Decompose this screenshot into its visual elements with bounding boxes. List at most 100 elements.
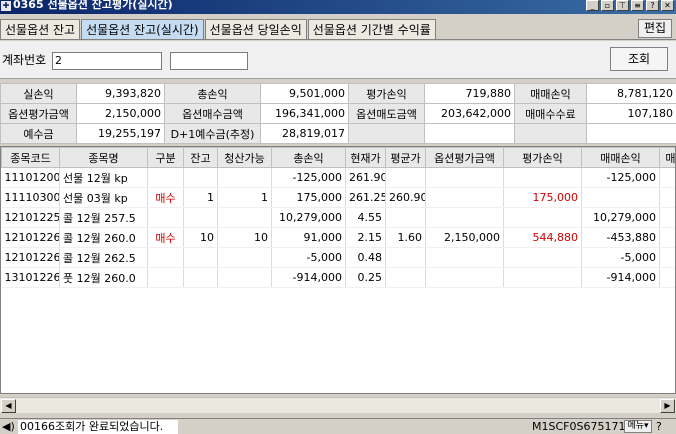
table-cell: 1	[217, 187, 272, 208]
table-row[interactable]: 131012260풋 12월 260.0-914,0000.25-914,000…	[1, 267, 675, 288]
column-header[interactable]: 종목명	[59, 147, 148, 168]
search-button[interactable]: 조회	[610, 47, 668, 71]
summary-label: 예수금	[0, 123, 77, 144]
summary-label: 옵션평가금액	[0, 103, 77, 124]
table-row[interactable]: 111012000선물 12월 kp-125,000261.90-125,000	[1, 167, 675, 188]
table-cell: 10	[217, 227, 272, 248]
summary-label	[348, 123, 425, 144]
table-cell	[385, 267, 426, 288]
table-cell	[217, 167, 272, 188]
table-cell: 0.48	[345, 247, 386, 268]
table-cell: 1	[183, 187, 218, 208]
table-cell	[659, 167, 675, 188]
table-cell: 콜 12월 257.5	[59, 207, 148, 228]
table-cell: -125,000	[581, 167, 660, 188]
restore-icon[interactable]: ▫	[601, 0, 614, 11]
settings-icon[interactable]: ≡	[631, 0, 644, 11]
column-header[interactable]: 현재가	[345, 147, 386, 168]
summary-value: 196,341,000	[260, 103, 349, 124]
summary-value: 28,819,017	[260, 123, 349, 144]
table-row[interactable]: 121012260콜 12월 260.0매수101091,0002.151.60…	[1, 227, 675, 248]
tab-balance[interactable]: 선물옵션 잔고	[0, 19, 81, 40]
tab-balance-realtime[interactable]: 선물옵션 잔고(실시간)	[81, 19, 204, 40]
table-cell	[503, 267, 582, 288]
column-header[interactable]: 옵션평가금액	[425, 147, 504, 168]
summary-label: 매매수수료	[514, 103, 587, 124]
help-icon[interactable]: ?	[656, 420, 662, 433]
table-cell	[425, 167, 504, 188]
summary-label: D+1예수금(추정)	[164, 123, 261, 144]
table-cell: 2.15	[345, 227, 386, 248]
table-cell	[659, 187, 675, 208]
table-cell: -453,880	[581, 227, 660, 248]
column-header[interactable]: 평가손익	[503, 147, 582, 168]
column-header[interactable]: 잔고	[183, 147, 218, 168]
table-cell: -5,000	[271, 247, 346, 268]
table-row[interactable]: 111103000선물 03월 kp매수11175,000261.25260.9…	[1, 187, 675, 208]
scroll-right-icon[interactable]: ▶	[660, 399, 675, 413]
table-cell: 544,880	[503, 227, 582, 248]
table-cell: 175,000	[503, 187, 582, 208]
table-cell	[425, 247, 504, 268]
table-cell	[503, 247, 582, 268]
column-header[interactable]: 평균가	[385, 147, 426, 168]
table-cell: 91,000	[271, 227, 346, 248]
table-cell: 선물 03월 kp	[59, 187, 148, 208]
table-cell: 선물 12월 kp	[59, 167, 148, 188]
summary-value: 203,642,000	[424, 103, 515, 124]
table-cell: 콜 12월 260.0	[59, 227, 148, 248]
column-header[interactable]: 구분	[147, 147, 184, 168]
tab-period-return[interactable]: 선물옵션 기간별 수익률	[307, 19, 436, 40]
edit-button[interactable]: 편집	[638, 19, 672, 38]
detail-grid[interactable]: 종목코드종목명구분잔고청산가능총손익현재가평균가옵션평가금액평가손익매매손익매매…	[0, 146, 676, 394]
summary-value	[424, 123, 515, 144]
password-input[interactable]	[170, 52, 248, 70]
summary-label: 평가손익	[348, 83, 425, 104]
table-cell	[217, 267, 272, 288]
table-cell	[385, 167, 426, 188]
column-header[interactable]: 매매수	[659, 147, 675, 168]
table-cell: -5,000	[581, 247, 660, 268]
horizontal-scrollbar[interactable]: ◀ ▶	[0, 397, 676, 413]
menu-button[interactable]: 메뉴▾	[624, 420, 652, 433]
summary-value: 19,255,197	[76, 123, 165, 144]
table-cell: 10,279,000	[271, 207, 346, 228]
minimize-icon[interactable]: _	[586, 0, 599, 11]
table-row[interactable]: 121012262콜 12월 262.5-5,0000.48-5,000	[1, 247, 675, 268]
table-cell	[425, 207, 504, 228]
scroll-left-icon[interactable]: ◀	[1, 399, 16, 413]
tab-bar: 선물옵션 잔고 선물옵션 잔고(실시간) 선물옵션 당일손익 선물옵션 기간별 …	[0, 19, 437, 40]
window-title: 0365 선물옵션 잔고평가(실시간)	[13, 0, 173, 11]
close-icon[interactable]: ✕	[661, 0, 674, 11]
pin-icon[interactable]: ⊤	[616, 0, 629, 11]
table-cell: 121012257	[1, 207, 60, 228]
speaker-icon[interactable]: ◀)	[2, 420, 15, 433]
tab-daily-pnl[interactable]: 선물옵션 당일손익	[204, 19, 307, 40]
status-bar: ◀) 00166조회가 완료되었습니다. M1SCF0S675171sc1 메뉴…	[0, 418, 676, 434]
table-cell: -125,000	[271, 167, 346, 188]
app-icon[interactable]: ✚	[1, 1, 11, 11]
table-cell	[425, 187, 504, 208]
table-cell	[659, 247, 675, 268]
column-header[interactable]: 매매손익	[581, 147, 660, 168]
account-number-input[interactable]: 2	[52, 52, 162, 70]
table-cell: 1.60	[385, 227, 426, 248]
help-icon[interactable]: ?	[646, 0, 659, 11]
table-cell: 261.90	[345, 167, 386, 188]
table-cell	[385, 247, 426, 268]
table-row[interactable]: 121012257콜 12월 257.510,279,0004.5510,279…	[1, 207, 675, 228]
summary-label: 옵션매수금액	[164, 103, 261, 124]
table-cell	[183, 247, 218, 268]
column-header[interactable]: 청산가능	[217, 147, 272, 168]
summary-row: 예수금 19,255,197 D+1예수금(추정) 28,819,017	[0, 123, 676, 144]
summary-row: 실손익 9,393,820 총손익 9,501,000 평가손익 719,880 매매손익 8…	[0, 83, 676, 104]
summary-label: 옵션매도금액	[348, 103, 425, 124]
column-header[interactable]: 총손익	[271, 147, 346, 168]
column-header[interactable]: 종목코드	[1, 147, 60, 168]
summary-value: 9,393,820	[76, 83, 165, 104]
table-cell	[581, 187, 660, 208]
table-cell	[147, 247, 184, 268]
table-cell	[183, 207, 218, 228]
summary-value: 8,781,120	[586, 83, 676, 104]
summary-table: 실손익 9,393,820 총손익 9,501,000 평가손익 719,880 매매손익 8…	[0, 83, 676, 144]
